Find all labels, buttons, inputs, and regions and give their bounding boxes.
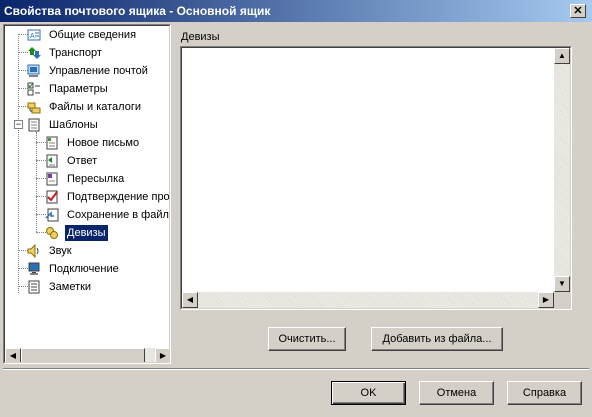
tree-item-label: Подтверждение про — [67, 191, 170, 203]
ok-button[interactable]: OK — [331, 381, 406, 405]
arrow-right-icon: ▶ — [542, 295, 550, 304]
tree-scroll-thumb[interactable] — [21, 348, 145, 362]
mottos-textarea[interactable]: ▲ ▼ ◀ ▶ — [181, 47, 571, 309]
computer-connection-icon — [27, 262, 41, 276]
tree-item-label: Звук — [49, 245, 72, 257]
templates-document-icon — [27, 118, 41, 132]
arrow-down-icon: ▼ — [558, 279, 566, 288]
tree-item-label: Заметки — [49, 281, 92, 293]
footer-separator — [3, 368, 589, 370]
new-letter-icon — [45, 136, 59, 150]
svg-text:A: A — [30, 33, 35, 40]
arrow-left-icon: ◀ — [9, 351, 17, 360]
help-button[interactable]: Справка — [507, 381, 582, 405]
tree-item-label: Шаблоны — [49, 119, 98, 131]
scroll-right-button[interactable]: ▶ — [538, 292, 554, 308]
arrow-right-icon: ▶ — [159, 351, 167, 360]
tree-item-label: Файлы и каталоги — [49, 101, 141, 113]
checklist-icon — [27, 82, 41, 96]
tree-item-label: Управление почтой — [49, 65, 148, 77]
cancel-button[interactable]: Отмена — [419, 381, 494, 405]
tree-item-label: Подключение — [49, 263, 119, 275]
reply-icon — [45, 154, 59, 168]
tree-item-label: Транспорт — [49, 47, 102, 59]
minus-icon: − — [15, 119, 22, 129]
mottos-horizontal-scrollbar[interactable]: ◀ ▶ — [182, 292, 554, 308]
tree-scroll-left-button[interactable]: ◀ — [5, 348, 21, 362]
add-from-file-button[interactable]: Добавить из файла... — [371, 327, 503, 351]
mottos-vertical-scrollbar[interactable]: ▲ ▼ — [554, 48, 570, 292]
mottos-text-box: ▲ ▼ ◀ ▶ — [180, 46, 572, 310]
tree-item-label: Девизы — [65, 225, 108, 241]
tree-scroll-right-button[interactable]: ▶ — [155, 348, 169, 362]
close-button[interactable]: ✕ — [570, 4, 586, 18]
title-bar[interactable]: Свойства почтового ящика - Основной ящик… — [0, 0, 592, 22]
scroll-left-button[interactable]: ◀ — [182, 292, 198, 308]
scroll-up-button[interactable]: ▲ — [554, 48, 570, 64]
tree-item-label: Ответ — [67, 155, 98, 167]
transport-arrows-icon — [27, 46, 41, 60]
clear-button[interactable]: Очистить... — [268, 327, 346, 351]
tree-item-label: Сохранение в файл — [67, 209, 169, 221]
tree-line-root — [18, 34, 20, 293]
save-to-file-icon — [45, 208, 59, 222]
tree-item-label: Новое письмо — [67, 137, 140, 149]
dialog-window: Свойства почтового ящика - Основной ящик… — [0, 0, 592, 417]
close-icon: ✕ — [573, 5, 583, 17]
tree-view: − A Общие сведения Транспорт Управление … — [3, 24, 171, 364]
scrollbar-corner — [554, 292, 570, 308]
speaker-icon — [27, 243, 41, 259]
mottos-label: Девизы — [181, 31, 220, 43]
tree-item-label: Пересылка — [67, 173, 125, 185]
info-card-icon: A — [27, 28, 41, 42]
mottos-icon — [45, 226, 59, 240]
arrow-left-icon: ◀ — [186, 295, 194, 304]
window-title: Свойства почтового ящика - Основной ящик — [4, 4, 271, 18]
folders-icon — [27, 100, 41, 114]
confirmation-icon — [45, 190, 59, 204]
mail-management-icon — [27, 64, 41, 78]
collapse-templates-toggle[interactable]: − — [14, 120, 23, 129]
notes-icon — [27, 280, 41, 294]
tree-content: − A Общие сведения Транспорт Управление … — [4, 25, 170, 363]
tree-item-label: Общие сведения — [49, 29, 137, 41]
forward-icon — [45, 172, 59, 186]
tree-horizontal-scrollbar[interactable]: ◀ ▶ — [5, 348, 169, 362]
tree-line-templates — [36, 132, 38, 232]
arrow-up-icon: ▲ — [558, 51, 566, 60]
scroll-down-button[interactable]: ▼ — [554, 276, 570, 292]
tree-item-label: Параметры — [49, 83, 108, 95]
